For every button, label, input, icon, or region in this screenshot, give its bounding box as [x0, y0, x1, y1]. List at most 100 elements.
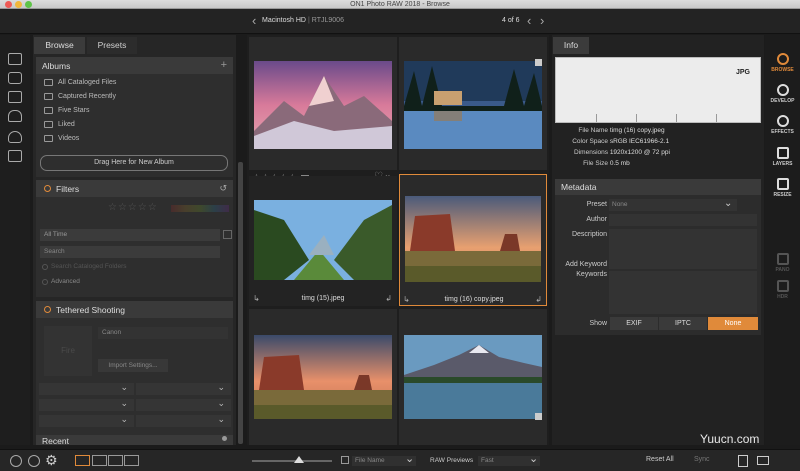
- filters-header[interactable]: Filters ↺: [36, 180, 233, 197]
- module-effects[interactable]: EFFECTS: [765, 115, 800, 135]
- keywords-field[interactable]: [609, 271, 757, 314]
- tether-option-dropdown[interactable]: ⌄: [39, 398, 134, 411]
- thumbnail-cell-selected[interactable]: timg (16) copy.jpeg ↳ ↲: [399, 174, 547, 306]
- module-browse[interactable]: BROWSE: [765, 53, 800, 73]
- thumbnail-size-slider-handle[interactable]: [294, 456, 304, 463]
- bottom-toolbar: ⚙ File Name ⌄ RAW Previews Fast ⌄ Reset …: [0, 432, 800, 471]
- tab-presets[interactable]: Presets: [87, 37, 137, 54]
- search-input[interactable]: Search: [40, 246, 220, 258]
- filters-title: Filters: [56, 184, 80, 194]
- tether-option-dropdown[interactable]: ⌄: [136, 398, 231, 411]
- color-label-filter[interactable]: [171, 205, 229, 212]
- tethered-header[interactable]: Tethered Shooting: [36, 301, 233, 318]
- chevron-down-icon: ⌄: [120, 398, 128, 408]
- show-iptc-button[interactable]: IPTC: [659, 317, 707, 330]
- import-settings-button[interactable]: Import Settings...: [98, 359, 168, 372]
- thumbnail-cell[interactable]: [399, 309, 547, 445]
- filters-toggle-icon[interactable]: [44, 185, 51, 192]
- back-chevron-icon[interactable]: ‹: [252, 14, 256, 27]
- breadcrumb[interactable]: Macintosh HD | RTJL9006: [262, 17, 344, 24]
- clear-recent-icon[interactable]: [222, 436, 227, 441]
- chevron-down-icon[interactable]: ⌄: [529, 452, 538, 465]
- recent-header[interactable]: Recent: [36, 435, 233, 446]
- share-icon[interactable]: [738, 455, 748, 467]
- fire-button[interactable]: Fire: [44, 326, 92, 376]
- metadata-header[interactable]: Metadata: [555, 179, 761, 195]
- advanced-checkbox[interactable]: [42, 279, 48, 285]
- sync-button[interactable]: Sync: [694, 456, 710, 463]
- module-layers[interactable]: LAYERS: [765, 147, 800, 167]
- gear-icon[interactable]: ⚙: [45, 452, 58, 469]
- tether-option-dropdown[interactable]: ⌄: [39, 382, 134, 395]
- calendar-icon[interactable]: [223, 230, 232, 239]
- thumbnail-cell[interactable]: timg (15).jpeg ↳ ↲: [249, 176, 397, 306]
- computer-icon[interactable]: [8, 53, 22, 65]
- next-image-chevron-icon[interactable]: ›: [540, 14, 544, 27]
- file-type-label: JPG: [735, 69, 750, 76]
- albums-header[interactable]: Albums +: [36, 57, 233, 74]
- album-item[interactable]: Liked: [44, 121, 75, 128]
- date-range-select[interactable]: All Time: [40, 229, 220, 241]
- description-field[interactable]: [609, 229, 757, 259]
- filmstrip-view-icon[interactable]: [92, 455, 107, 466]
- left-panel-scrollbar[interactable]: [238, 162, 243, 444]
- module-pano[interactable]: PANO: [765, 253, 800, 273]
- path-bar: ‹ Macintosh HD | RTJL9006 4 of 6 ‹ ›: [0, 9, 800, 34]
- tether-option-dropdown[interactable]: ⌄: [136, 414, 231, 427]
- previous-image-chevron-icon[interactable]: ‹: [527, 14, 531, 27]
- help-icon[interactable]: [28, 455, 40, 467]
- tab-browse[interactable]: Browse: [34, 37, 85, 54]
- chevron-down-icon[interactable]: ⌄: [724, 198, 732, 209]
- album-icon: [44, 93, 53, 100]
- tethered-toggle-icon[interactable]: [44, 306, 51, 313]
- album-item[interactable]: All Cataloged Files: [44, 79, 116, 86]
- search-cataloged-checkbox[interactable]: [42, 264, 48, 270]
- window-title: ON1 Photo RAW 2018 - Browse: [350, 1, 450, 8]
- new-album-drop-zone[interactable]: Drag Here for New Album: [40, 155, 228, 171]
- tether-option-dropdown[interactable]: ⌄: [136, 382, 231, 395]
- module-resize[interactable]: RESIZE: [765, 178, 800, 198]
- watermark-logo: Yuucn.com: [700, 432, 760, 446]
- reset-all-button[interactable]: Reset All: [646, 456, 674, 463]
- corner-arrow-icon: ↲: [385, 294, 392, 303]
- metadata-title: Metadata: [561, 182, 597, 192]
- thumbnail-cell[interactable]: [399, 37, 547, 170]
- thumbnail-cell[interactable]: [249, 37, 397, 170]
- search-cataloged-label: Search Cataloged Folders: [51, 263, 127, 270]
- show-exif-button[interactable]: EXIF: [610, 317, 658, 330]
- compass-icon[interactable]: [10, 455, 22, 467]
- albums-stack-icon[interactable]: [8, 150, 22, 162]
- add-keyword-field[interactable]: [609, 259, 757, 269]
- tether-option-dropdown[interactable]: ⌄: [39, 414, 134, 427]
- module-develop[interactable]: DEVELOP: [765, 84, 800, 104]
- compare-view-icon[interactable]: [124, 455, 139, 466]
- camera-icon[interactable]: [8, 72, 22, 84]
- cloud-icon[interactable]: [8, 131, 22, 143]
- preset-select[interactable]: None: [609, 199, 737, 211]
- folder-icon[interactable]: [8, 91, 22, 103]
- reset-filters-icon[interactable]: ↺: [219, 183, 227, 194]
- album-item[interactable]: Five Stars: [44, 107, 90, 114]
- detail-view-icon[interactable]: [108, 455, 123, 466]
- camera-select[interactable]: Canon: [98, 327, 228, 339]
- show-none-button[interactable]: None: [708, 317, 758, 330]
- author-field[interactable]: [609, 214, 757, 226]
- thumbnail-size-slider[interactable]: [252, 460, 332, 462]
- module-hdr[interactable]: HDR: [765, 280, 800, 300]
- album-icon: [44, 107, 53, 114]
- advanced-label[interactable]: Advanced: [51, 278, 80, 285]
- chevron-down-icon[interactable]: ⌄: [405, 452, 414, 465]
- layers-icon: [776, 147, 789, 159]
- album-item[interactable]: Captured Recently: [44, 93, 116, 100]
- drive-icon[interactable]: [8, 110, 22, 122]
- add-album-icon[interactable]: +: [221, 59, 227, 71]
- star-filter[interactable]: ☆☆☆☆☆: [108, 202, 158, 213]
- histogram: JPG: [555, 57, 761, 123]
- tethered-section: Tethered Shooting Fire Canon Import Sett…: [36, 301, 233, 439]
- tab-info[interactable]: Info: [553, 37, 589, 54]
- sort-checkbox[interactable]: [341, 456, 349, 464]
- email-icon[interactable]: [757, 456, 769, 465]
- grid-view-icon[interactable]: [75, 455, 90, 466]
- album-item[interactable]: Videos: [44, 135, 79, 142]
- thumbnail-cell[interactable]: [249, 309, 397, 445]
